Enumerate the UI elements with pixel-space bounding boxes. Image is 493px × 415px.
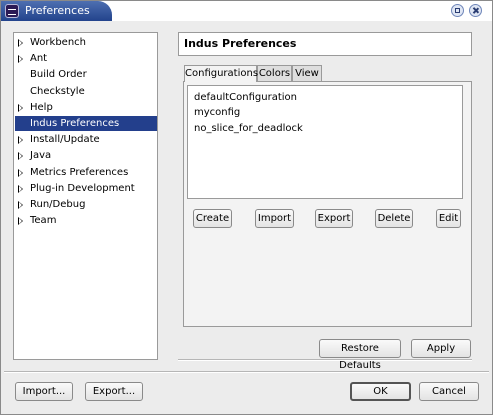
eclipse-app-icon[interactable] — [5, 4, 19, 18]
page-title: Indus Preferences — [184, 37, 297, 50]
list-item[interactable]: no_slice_for_deadlock — [194, 121, 303, 136]
page-header: Indus Preferences — [178, 32, 472, 56]
tree-item[interactable]: Install/Update — [15, 132, 157, 147]
ok-button[interactable]: OK — [350, 382, 411, 401]
tree-item-label: Java — [30, 150, 52, 162]
tree-item-label: Plug-in Development — [30, 182, 135, 194]
tree-item-label: Build Order — [30, 69, 87, 81]
tree-item[interactable]: Help — [15, 100, 157, 115]
tree-item[interactable]: Run/Debug — [15, 197, 157, 212]
import-config-button[interactable]: Import — [255, 209, 294, 228]
expand-arrow-icon[interactable] — [18, 103, 23, 112]
tree-item-label: Team — [30, 215, 57, 227]
cancel-button[interactable]: Cancel — [419, 382, 479, 401]
tree-item[interactable]: Indus Preferences — [15, 116, 157, 131]
tree-item[interactable]: Workbench — [15, 35, 157, 50]
apply-button[interactable]: Apply — [411, 339, 471, 358]
tree-item-label: Indus Preferences — [30, 118, 120, 129]
tree-item-label: Run/Debug — [30, 199, 86, 210]
tree-item[interactable]: Metrics Preferences — [15, 165, 157, 180]
tree-item-label: Workbench — [30, 37, 86, 48]
tree-item-label: Metrics Preferences — [30, 166, 129, 178]
list-item[interactable]: myconfig — [194, 105, 240, 120]
tree-item[interactable]: Checkstyle — [15, 84, 157, 99]
preferences-window: Preferences Workbench Ant Build Order Check… — [0, 0, 493, 415]
expand-arrow-icon[interactable] — [18, 39, 23, 47]
separator — [178, 359, 472, 361]
tree-item[interactable]: Build Order — [15, 67, 157, 82]
expand-arrow-icon[interactable] — [18, 201, 23, 209]
tree-item-label: Ant — [30, 53, 48, 65]
close-icon[interactable] — [469, 4, 482, 17]
import-prefs-button[interactable]: Import... — [15, 382, 73, 401]
tab-view[interactable]: View — [292, 65, 322, 81]
create-button[interactable]: Create — [193, 209, 232, 228]
tree-item[interactable]: Ant — [15, 51, 157, 66]
delete-button[interactable]: Delete — [375, 209, 413, 228]
tree-item[interactable]: Plug-in Development — [15, 181, 157, 196]
tree-item-label: Checkstyle — [30, 85, 85, 97]
tab-colors[interactable]: Colors — [257, 65, 292, 81]
export-config-button[interactable]: Export — [315, 209, 353, 228]
configurations-list[interactable]: defaultConfiguration myconfig no_slice_f… — [187, 85, 463, 199]
expand-arrow-icon[interactable] — [18, 55, 23, 64]
edit-button[interactable]: Edit — [436, 209, 461, 228]
title-tab: Preferences — [1, 1, 112, 21]
expand-arrow-icon[interactable] — [18, 152, 23, 161]
expand-arrow-icon[interactable] — [18, 217, 23, 226]
restore-defaults-button[interactable]: Restore Defaults — [319, 339, 401, 371]
window-title: Preferences — [25, 4, 90, 17]
list-item[interactable]: defaultConfiguration — [194, 90, 297, 105]
tab-configurations[interactable]: Configurations — [184, 65, 258, 82]
maximize-icon[interactable] — [451, 4, 464, 17]
export-prefs-button[interactable]: Export... — [85, 382, 143, 401]
title-bar[interactable]: Preferences — [1, 1, 492, 21]
tree-item[interactable]: Team — [15, 213, 157, 228]
preferences-tree[interactable]: Workbench Ant Build Order Checkstyle Help Ind… — [13, 32, 158, 360]
expand-arrow-icon[interactable] — [18, 168, 23, 177]
tree-item-label: Install/Update — [30, 134, 100, 146]
expand-arrow-icon[interactable] — [18, 136, 23, 145]
tree-item-label: Help — [30, 101, 53, 113]
separator — [4, 371, 489, 373]
expand-arrow-icon[interactable] — [18, 184, 23, 193]
tree-item[interactable]: Java — [15, 148, 157, 163]
